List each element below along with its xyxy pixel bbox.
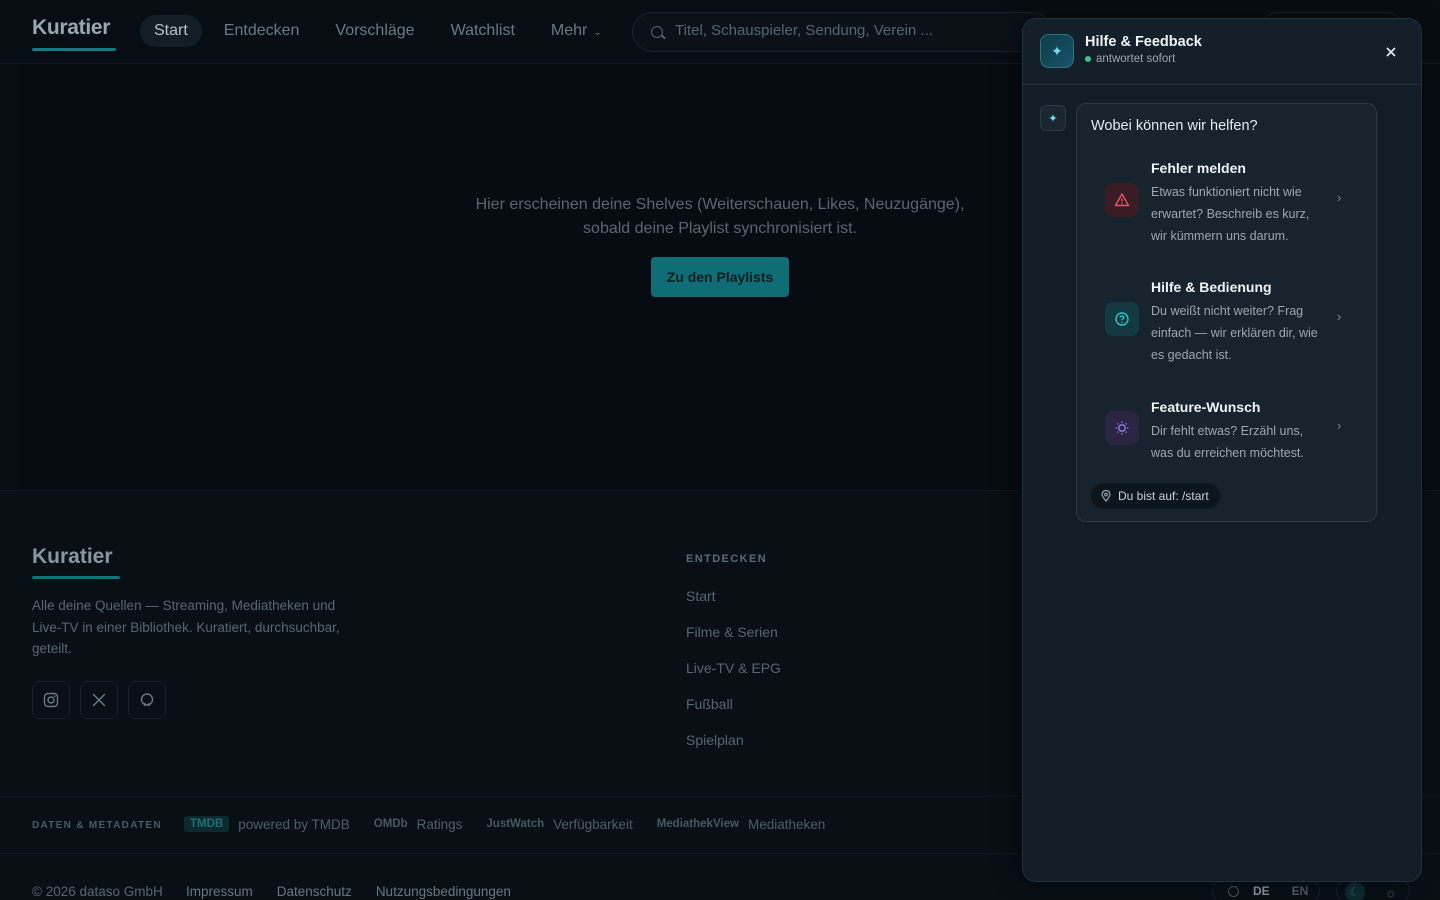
footer-link-live-tv[interactable]: Live-TV & EPG [686, 659, 781, 678]
nav-mehr[interactable]: Mehr ⌄ [537, 15, 616, 47]
option-feature-wunsch[interactable]: Feature-Wunsch Dir fehlt etwas? Erzähl u… [1091, 399, 1363, 469]
tmdb-logo: TMDB [184, 816, 230, 832]
nav-mehr-label: Mehr [550, 22, 588, 39]
lang-en[interactable]: EN [1292, 884, 1309, 898]
theme-switch: ☾ ☼ [1336, 879, 1410, 900]
online-status-dot [1085, 56, 1091, 62]
nav-watchlist[interactable]: Watchlist [437, 15, 529, 47]
meta-justwatch[interactable]: JustWatch Verfügbarkeit [486, 817, 632, 832]
help-feedback-panel: ✦ Hilfe & Feedback antwortet sofort ✦ Wo… [1022, 18, 1422, 882]
option-fehler-melden[interactable]: Fehler melden Etwas funktioniert nicht w… [1091, 160, 1363, 260]
option-title: Hilfe & Bedienung [1151, 279, 1272, 295]
logo-underline [32, 48, 116, 51]
meta-tmdb-text: powered by TMDB [238, 816, 350, 832]
footer-logo[interactable]: Kuratier [32, 545, 113, 569]
footer-links: Start Filme & Serien Live-TV & EPG Fußba… [686, 587, 781, 750]
main-nav: Start Entdecken Vorschläge Watchlist Meh… [140, 15, 616, 47]
legal-impressum[interactable]: Impressum [186, 884, 253, 899]
sun-icon[interactable]: ☼ [1381, 882, 1401, 900]
github-icon [140, 693, 154, 706]
footer-link-filme-serien[interactable]: Filme & Serien [686, 623, 781, 642]
option-description: Etwas funktioniert nicht wie erwartet? B… [1151, 185, 1310, 243]
nav-start[interactable]: Start [140, 15, 202, 47]
metadata-items: TMDB powered by TMDB OMDb Ratings JustWatc… [184, 816, 825, 832]
close-button[interactable] [1380, 41, 1402, 63]
nav-vorschlaege[interactable]: Vorschläge [321, 15, 428, 47]
location-text: Du bist auf: /start [1118, 489, 1209, 503]
legal-links: Impressum Datenschutz Nutzungsbedingunge… [186, 884, 511, 899]
footer-description: Alle deine Quellen — Streaming, Mediathe… [32, 598, 340, 656]
meta-omdb-text: Ratings [416, 816, 463, 832]
moon-icon[interactable]: ☾ [1345, 882, 1365, 900]
help-message-bubble: Wobei können wir helfen? Fehler melden E… [1076, 103, 1377, 522]
x-icon [92, 693, 106, 707]
legal-nutzungsbedingungen[interactable]: Nutzungsbedingungen [376, 884, 511, 899]
footer-column-title: ENTDECKEN [686, 553, 768, 565]
legal-datenschutz[interactable]: Datenschutz [277, 884, 352, 899]
option-hilfe-bedienung[interactable]: Hilfe & Bedienung Du weißt nicht weiter?… [1091, 279, 1363, 379]
chevron-right-icon: › [1337, 190, 1342, 205]
option-description: Dir fehlt etwas? Erzähl uns, was du erre… [1151, 424, 1304, 460]
question-icon [1105, 302, 1139, 336]
close-icon [1386, 47, 1396, 57]
x-button[interactable] [80, 681, 118, 719]
search-input[interactable] [675, 22, 1035, 39]
playlists-button[interactable]: Zu den Playlists [651, 257, 789, 297]
warning-icon [1105, 183, 1139, 217]
social-links [32, 681, 166, 719]
empty-shelves-message: Hier erscheinen deine Shelves (Weitersch… [475, 196, 965, 237]
search-icon [651, 26, 663, 38]
panel-header: ✦ Hilfe & Feedback antwortet sofort [1023, 19, 1421, 85]
option-description: Du weißt nicht weiter? Frag einfach — wi… [1151, 304, 1318, 362]
search-box[interactable] [632, 12, 1052, 52]
language-switch: DE EN [1212, 879, 1320, 900]
panel-status-text: antwortet sofort [1096, 53, 1176, 65]
instagram-button[interactable] [32, 681, 70, 719]
chevron-down-icon: ⌄ [593, 27, 602, 38]
mediathekview-logo: MediathekView [656, 818, 739, 830]
lang-de[interactable]: DE [1253, 884, 1270, 898]
chevron-right-icon: › [1337, 309, 1342, 324]
footer-logo-underline [32, 576, 120, 579]
meta-omdb[interactable]: OMDb Ratings [374, 817, 463, 832]
panel-status: antwortet sofort [1085, 53, 1175, 65]
bot-sparkle-icon: ✦ [1040, 105, 1066, 131]
current-location-chip: Du bist auf: /start [1091, 483, 1220, 509]
instagram-icon [43, 692, 59, 708]
github-button[interactable] [128, 681, 166, 719]
meta-justwatch-text: Verfügbarkeit [553, 816, 633, 832]
option-title: Fehler melden [1151, 160, 1246, 176]
metadata-label: DATEN & METADATEN [32, 820, 162, 831]
copyright: © 2026 dataso GmbH [32, 884, 163, 899]
footer-link-fussball[interactable]: Fußball [686, 695, 781, 714]
omdb-logo: OMDb [373, 818, 408, 830]
globe-icon [1228, 885, 1239, 897]
nav-entdecken[interactable]: Entdecken [210, 15, 314, 47]
footer-link-start[interactable]: Start [686, 587, 781, 606]
help-question: Wobei können wir helfen? [1091, 118, 1258, 134]
justwatch-logo: JustWatch [486, 818, 545, 830]
chevron-right-icon: › [1337, 418, 1342, 433]
logo[interactable]: Kuratier [32, 16, 110, 40]
meta-mediathekview-text: Mediatheken [747, 816, 826, 832]
location-pin-icon [1101, 490, 1111, 502]
sparkle-icon: ✦ [1040, 34, 1074, 68]
meta-mediathekview[interactable]: MediathekView Mediatheken [657, 817, 826, 832]
footer-link-spielplan[interactable]: Spielplan [686, 731, 781, 750]
lightbulb-icon [1105, 411, 1139, 445]
panel-title: Hilfe & Feedback [1085, 34, 1202, 50]
option-title: Feature-Wunsch [1151, 399, 1261, 415]
meta-tmdb[interactable]: TMDB powered by TMDB [184, 816, 350, 832]
